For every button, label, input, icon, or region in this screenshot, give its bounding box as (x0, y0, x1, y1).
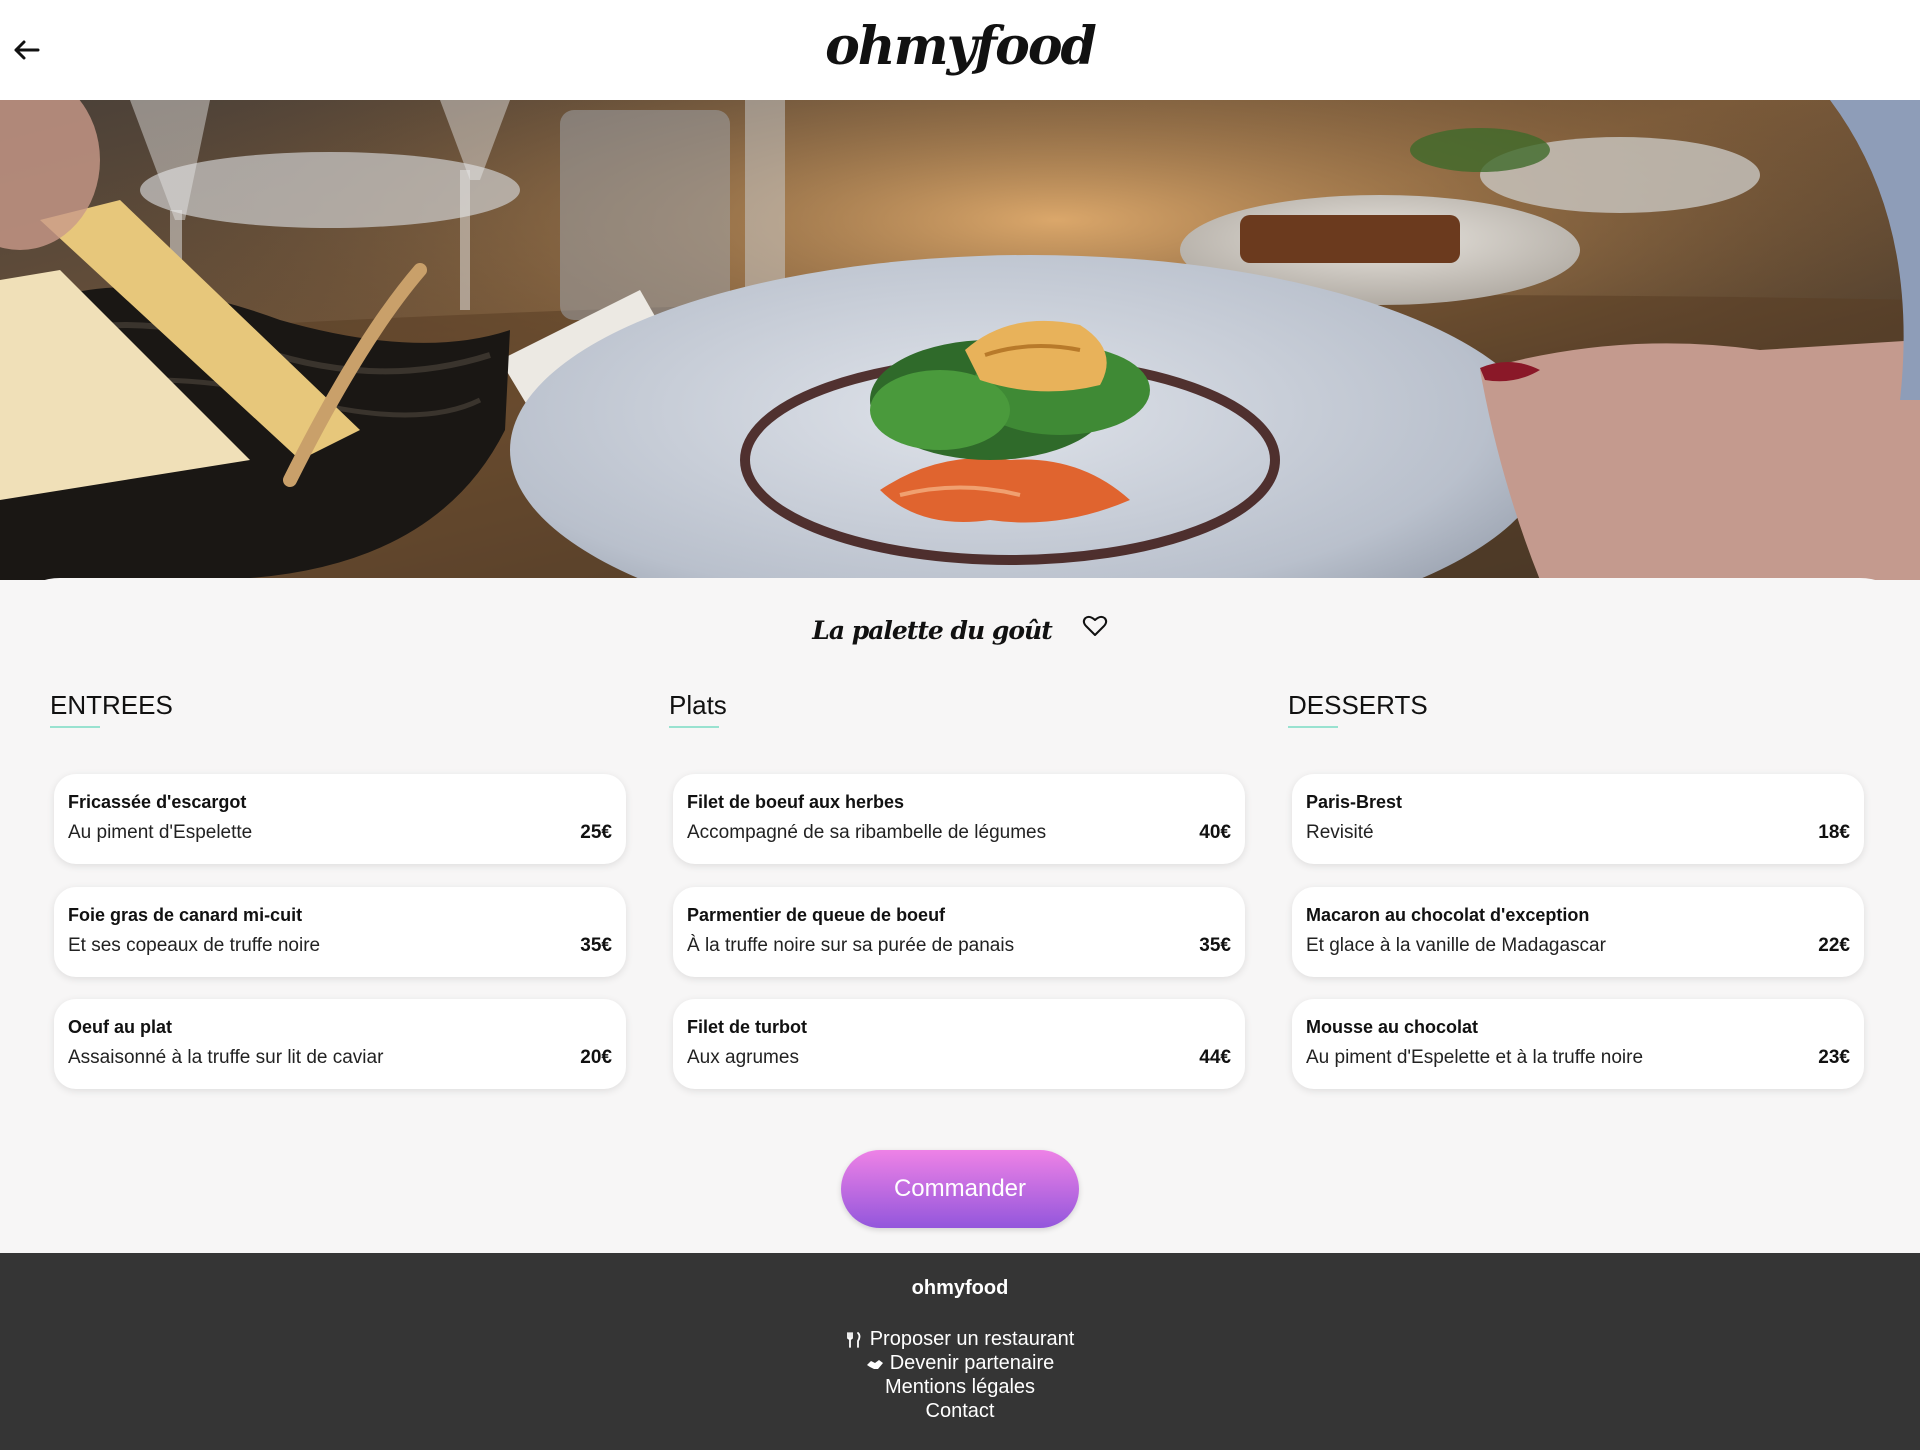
column-heading: Plats (669, 690, 727, 720)
menu-item[interactable]: Paris-Brest Revisité 18€ (1292, 774, 1864, 864)
footer: ohmyfood Proposer un restaurant Devenir … (0, 1253, 1920, 1450)
dish-price: 44€ (1199, 1047, 1231, 1068)
dish-name: Macaron au chocolat d'exception (1306, 905, 1590, 925)
footer-brand: ohmyfood (911, 1277, 1009, 1299)
menu-item[interactable]: Macaron au chocolat d'exception Et glace… (1292, 887, 1864, 977)
dish-price: 40€ (1199, 822, 1231, 843)
dish-description: Et ses copeaux de truffe noire (68, 935, 321, 956)
dish-name: Foie gras de canard mi-cuit (68, 905, 303, 925)
dish-name: Filet de boeuf aux herbes (687, 792, 905, 812)
dish-name: Filet de turbot (687, 1017, 807, 1037)
dish-description: À la truffe noire sur sa purée de panais (687, 935, 1015, 956)
footer-link-legal[interactable]: Mentions légales (0, 1375, 1920, 1399)
dish-description: Assaisonné à la truffe sur lit de caviar (68, 1047, 384, 1068)
dish-price: 23€ (1818, 1047, 1850, 1068)
footer-link-label: Proposer un restaurant (869, 1328, 1075, 1350)
restaurant-name: La palette du goût (812, 616, 1053, 645)
footer-link-label: Devenir partenaire (889, 1352, 1055, 1374)
dish-description: Et glace à la vanille de Madagascar (1306, 935, 1606, 956)
dish-price: 22€ (1818, 935, 1850, 956)
menu-item[interactable]: Foie gras de canard mi-cuit Et ses copea… (54, 887, 626, 977)
dish-name: Oeuf au plat (68, 1017, 173, 1037)
footer-link-contact[interactable]: Contact (0, 1399, 1920, 1423)
menu-item[interactable]: Parmentier de queue de boeuf À la truffe… (673, 887, 1245, 977)
menu-item[interactable]: Filet de turbot Aux agrumes 44€ (673, 999, 1245, 1089)
dish-description: Au piment d'Espelette et à la truffe noi… (1306, 1047, 1644, 1068)
hero-image (0, 100, 1920, 580)
heading-underline (1288, 726, 1338, 728)
order-button[interactable]: Commander (841, 1150, 1079, 1228)
footer-link-propose-restaurant[interactable]: Proposer un restaurant (0, 1327, 1920, 1351)
dish-price: 35€ (580, 935, 612, 956)
dish-price: 25€ (580, 822, 612, 843)
heading-underline (50, 726, 100, 728)
menu-item[interactable]: Filet de boeuf aux herbes Accompagné de … (673, 774, 1245, 864)
column-heading: DESSERTS (1288, 690, 1428, 720)
dish-price: 35€ (1199, 935, 1231, 956)
heart-outline-icon[interactable] (1082, 614, 1108, 638)
footer-link-become-partner[interactable]: Devenir partenaire (0, 1351, 1920, 1375)
dish-name: Parmentier de queue de boeuf (687, 905, 946, 925)
utensils-icon (846, 1331, 861, 1348)
dish-description: Aux agrumes (687, 1047, 799, 1068)
dish-name: Fricassée d'escargot (68, 792, 247, 812)
column-heading: ENTREES (50, 690, 173, 720)
dish-description: Au piment d'Espelette (68, 822, 253, 843)
menu-item[interactable]: Mousse au chocolat Au piment d'Espelette… (1292, 999, 1864, 1089)
heading-underline (669, 726, 719, 728)
footer-links: Proposer un restaurant Devenir partenair… (0, 1327, 1920, 1423)
dish-description: Accompagné de sa ribambelle de légumes (687, 822, 1047, 843)
dish-description: Revisité (1306, 822, 1374, 843)
header: ohmyfood (0, 0, 1920, 100)
dish-price: 20€ (580, 1047, 612, 1068)
dish-price: 18€ (1818, 822, 1850, 843)
handshake-icon (866, 1359, 883, 1369)
dish-name: Mousse au chocolat (1306, 1017, 1479, 1037)
dish-name: Paris-Brest (1306, 792, 1403, 812)
menu-panel: La palette du goût ENTREES Fricassée d'e… (0, 578, 1920, 1253)
logo[interactable]: ohmyfood (0, 16, 1920, 77)
menu-item[interactable]: Fricassée d'escargot Au piment d'Espelet… (54, 774, 626, 864)
menu-item[interactable]: Oeuf au plat Assaisonné à la truffe sur … (54, 999, 626, 1089)
